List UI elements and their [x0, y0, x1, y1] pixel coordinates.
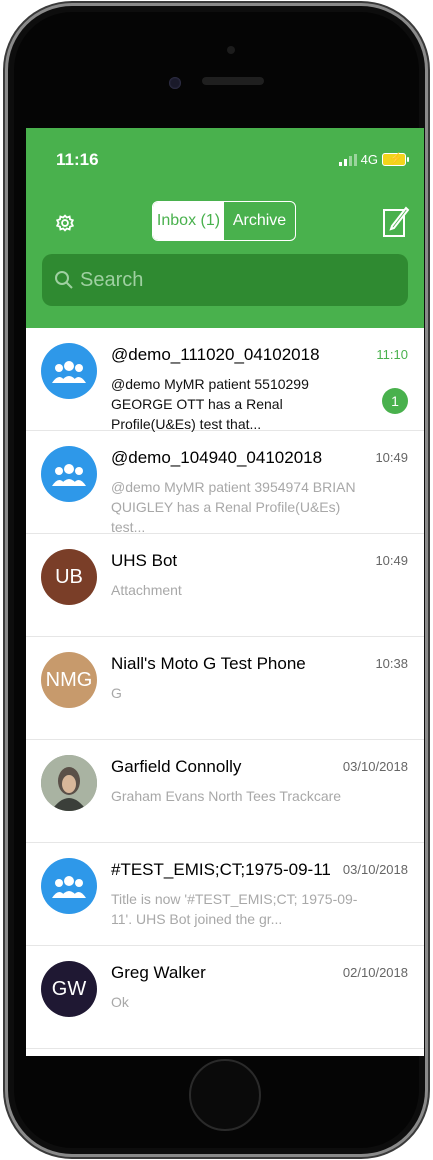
status-indicators: 4G ⚡ [338, 152, 409, 167]
app-screen: 11:16 4G ⚡ Inbox (1) Archive Search @dem… [26, 128, 424, 1056]
signal-icon [338, 153, 357, 166]
home-button[interactable] [189, 1059, 261, 1131]
conversation-time: 10:49 [375, 450, 408, 465]
initials-avatar: NMG [41, 652, 97, 708]
conversation-time: 11:10 [376, 347, 408, 362]
conversation-preview: G [111, 685, 122, 701]
conversation-time: 03/10/2018 [342, 759, 408, 774]
battery-icon: ⚡ [382, 153, 409, 166]
conversation-time: 10:49 [375, 553, 408, 568]
conversation-preview: Ok [111, 994, 129, 1010]
group-icon [52, 464, 86, 486]
front-camera [169, 77, 181, 89]
conversation-preview: Graham Evans North Tees Trackcare [111, 788, 342, 804]
conversation-row[interactable]: UB UHS Bot 10:49 Attachment [26, 534, 424, 637]
conversation-time: 03/10/2018 [342, 862, 408, 877]
conversation-list: @demo_111020_04102018 11:10 @demo MyMR p… [26, 328, 424, 1049]
photo-avatar [41, 755, 97, 811]
group-avatar [41, 446, 97, 502]
conversation-row[interactable]: NMG Niall's Moto G Test Phone 10:38 G [26, 637, 424, 740]
initials-avatar: GW [41, 961, 97, 1017]
initials-avatar: UB [41, 549, 97, 605]
conversation-row[interactable]: Garfield Connolly 03/10/2018 Graham Evan… [26, 740, 424, 843]
conversation-title: Garfield Connolly [111, 757, 242, 776]
conversation-preview: @demo MyMR patient 5510299 GEORGE OTT ha… [111, 376, 309, 432]
group-icon [52, 361, 86, 383]
unread-badge: 1 [382, 388, 408, 414]
search-placeholder: Search [80, 268, 144, 291]
earpiece-speaker [202, 77, 264, 85]
group-avatar [41, 858, 97, 914]
conversation-preview: Title is now '#TEST_EMIS;CT; 1975-09-11'… [111, 891, 358, 927]
conversation-row[interactable]: @demo_111020_04102018 11:10 @demo MyMR p… [26, 328, 424, 432]
conversation-preview: Attachment [111, 582, 182, 598]
conversation-title: Niall's Moto G Test Phone [111, 654, 306, 673]
group-icon [52, 876, 86, 898]
tab-archive[interactable]: Archive [224, 202, 295, 240]
status-time: 11:16 [56, 150, 99, 169]
app-header: 11:16 4G ⚡ Inbox (1) Archive Search [26, 128, 424, 328]
conversation-title: Greg Walker [111, 963, 206, 982]
person-photo-icon [41, 755, 97, 811]
tab-inbox[interactable]: Inbox (1) [153, 202, 224, 240]
conversation-title: @demo_104940_04102018 [111, 448, 323, 467]
conversation-time: 10:38 [375, 656, 408, 671]
camera-dot [227, 46, 235, 54]
conversation-title: #TEST_EMIS;CT;1975-09-11 [111, 860, 331, 879]
gear-icon[interactable] [54, 212, 76, 234]
search-icon [55, 271, 73, 289]
conversation-row[interactable]: GW Greg Walker 02/10/2018 Ok [26, 946, 424, 1049]
conversation-row[interactable]: #TEST_EMIS;CT;1975-09-11 03/10/2018 Titl… [26, 843, 424, 946]
compose-icon[interactable] [382, 204, 410, 238]
inbox-archive-toggle: Inbox (1) Archive [152, 201, 296, 241]
conversation-title: UHS Bot [111, 551, 178, 570]
conversation-title: @demo_111020_04102018 [111, 345, 320, 364]
conversation-row[interactable]: @demo_104940_04102018 10:49 @demo MyMR p… [26, 431, 424, 535]
network-label: 4G [360, 152, 378, 167]
conversation-preview: @demo MyMR patient 3954974 BRIAN QUIGLEY… [111, 479, 356, 535]
search-input[interactable]: Search [42, 254, 408, 306]
group-avatar [41, 343, 97, 399]
conversation-time: 02/10/2018 [342, 965, 408, 980]
